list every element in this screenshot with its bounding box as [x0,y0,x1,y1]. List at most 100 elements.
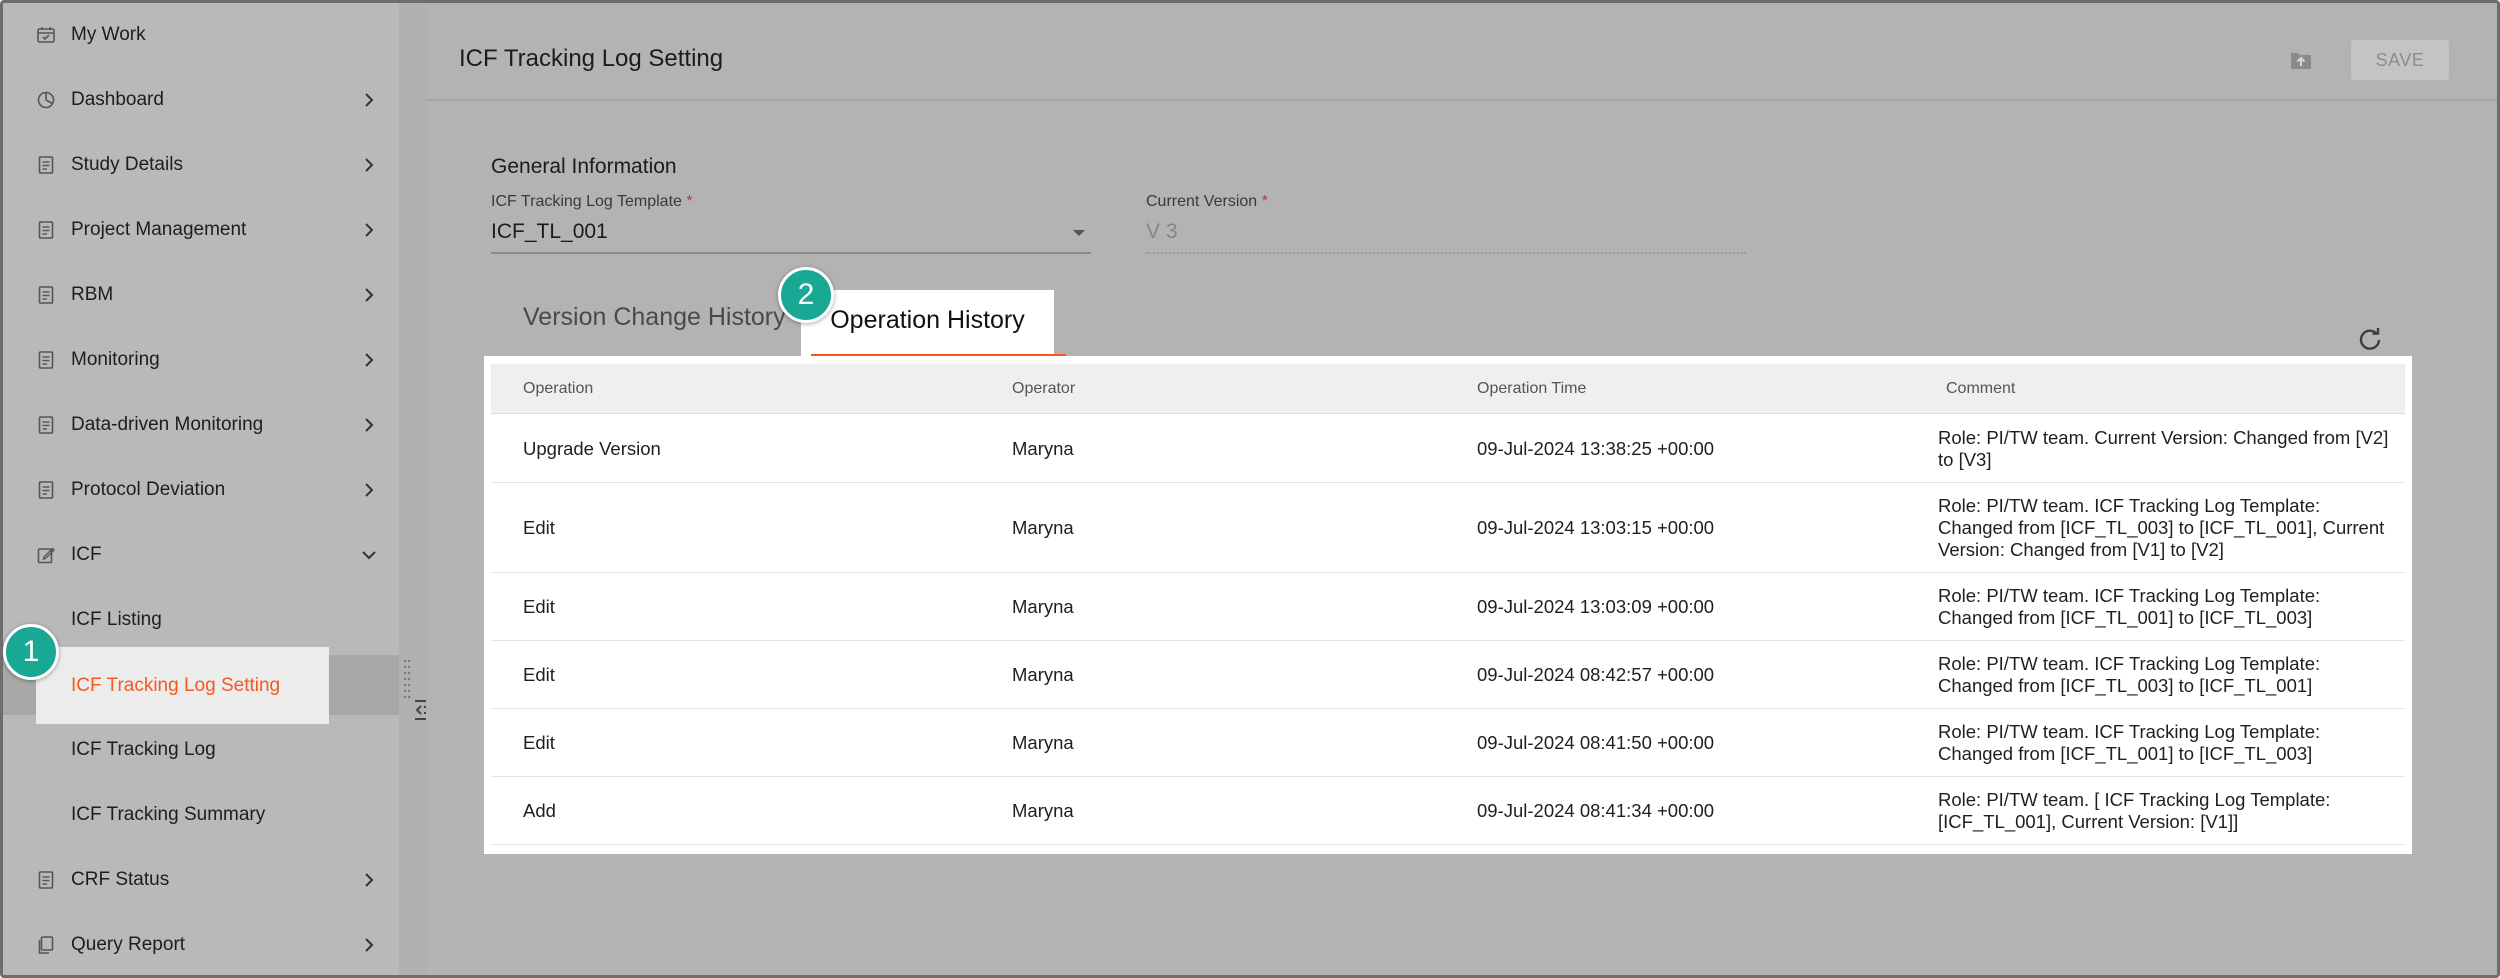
sidebar-resize-handle[interactable] [399,3,426,975]
template-select-value[interactable]: ICF_TL_001 [491,220,608,244]
sidebar-item-label: Protocol Deviation [71,479,226,500]
sidebar-item-icf-tracking-log-setting[interactable]: ICF Tracking Log Setting [36,647,329,724]
sidebar-item-label: RBM [71,284,114,305]
upload-icon[interactable] [2288,47,2314,73]
cell-operator: Maryna [1012,596,1074,617]
cell-operator: Maryna [1012,517,1074,538]
section-title: General Information [491,155,677,178]
cell-operation: Edit [523,596,555,617]
column-header-operation-time: Operation Time [1477,380,1587,397]
cell-operator: Maryna [1012,800,1074,821]
cell-operation: Edit [523,664,555,685]
sidebar-item-monitoring[interactable]: Monitoring [3,330,399,390]
chevron-right-icon [359,350,379,370]
version-field-label: Current Version * [1146,193,1268,210]
cell-operation-time: 09-Jul-2024 08:41:50 +00:00 [1477,732,1715,753]
column-header-comment: Comment [1946,380,2016,397]
sidebar-item-protocol-deviation[interactable]: Protocol Deviation [3,460,399,520]
document-icon [35,414,57,436]
table-row: Add Maryna 09-Jul-2024 08:41:34 +00:00 R… [491,777,2405,845]
sidebar-item-data-driven-monitoring[interactable]: Data-driven Monitoring [3,395,399,455]
cell-comment: Role: PI/TW team. ICF Tracking Log Templ… [1938,653,2321,696]
tab-version-change-history[interactable]: Version Change History [523,303,786,332]
save-button[interactable]: SAVE [2351,40,2449,80]
operation-history-table: Operation Operator Operation Time Commen… [484,356,2412,854]
copy-icon [35,934,57,956]
tab-operation-history[interactable]: Operation History [801,290,1066,358]
sidebar-item-study-details[interactable]: Study Details [3,135,399,195]
chevron-right-icon [359,870,379,890]
edit-icon [35,544,57,566]
cell-operation: Upgrade Version [523,438,661,459]
chevron-right-icon [359,480,379,500]
sidebar-item-label: ICF Tracking Log [71,739,216,760]
chevron-right-icon [359,285,379,305]
sidebar-item-label: Monitoring [71,349,160,370]
sidebar-item-label: Dashboard [71,89,164,110]
version-field-underline [1146,252,1746,254]
sidebar-item-rbm[interactable]: RBM [3,265,399,325]
step-badge-2: 2 [778,267,834,323]
table-row: Edit Maryna 09-Jul-2024 08:42:57 +00:00 … [491,641,2405,709]
table-header: Operation Operator Operation Time Commen… [491,364,2405,414]
sidebar-item-project-management[interactable]: Project Management [3,200,399,260]
sidebar: My Work Dashboard Study Details Project … [3,3,399,975]
cell-comment: Role: PI/TW team. [ ICF Tracking Log Tem… [1938,789,2331,832]
chevron-right-icon [359,935,379,955]
page-title: ICF Tracking Log Setting [459,45,724,72]
cell-operation: Edit [523,517,555,538]
pie-chart-icon [35,89,57,111]
sidebar-item-icf-tracking-log[interactable]: ICF Tracking Log [3,720,399,780]
sidebar-item-my-work[interactable]: My Work [3,5,399,65]
chevron-right-icon [359,415,379,435]
cell-operation: Add [523,800,556,821]
cell-comment: Role: PI/TW team. ICF Tracking Log Templ… [1938,721,2321,764]
tab-label: Operation History [830,306,1025,334]
cell-operation-time: 09-Jul-2024 08:42:57 +00:00 [1477,664,1715,685]
dropdown-arrow-icon[interactable] [1071,225,1087,241]
cell-comment: Role: PI/TW team. ICF Tracking Log Templ… [1938,585,2321,628]
cell-operation-time: 09-Jul-2024 13:03:15 +00:00 [1477,517,1715,538]
column-header-operator: Operator [1012,380,1076,397]
cell-operator: Maryna [1012,664,1074,685]
document-icon [35,219,57,241]
sidebar-item-crf-status[interactable]: CRF Status [3,850,399,910]
cell-operation-time: 09-Jul-2024 13:38:25 +00:00 [1477,438,1715,459]
sidebar-item-label: Query Report [71,934,186,955]
chevron-right-icon [359,155,379,175]
sidebar-item-label: Project Management [71,219,247,240]
drag-handle-icon [403,659,411,699]
table-row: Edit Maryna 09-Jul-2024 08:41:50 +00:00 … [491,709,2405,777]
sidebar-item-icf-tracking-summary[interactable]: ICF Tracking Summary [3,785,399,845]
document-icon [35,284,57,306]
cell-operator: Maryna [1012,438,1074,459]
cell-operation-time: 09-Jul-2024 13:03:09 +00:00 [1477,596,1715,617]
table-row: Edit Maryna 09-Jul-2024 13:03:15 +00:00 … [491,483,2405,573]
document-icon [35,869,57,891]
document-icon [35,349,57,371]
sidebar-item-dashboard[interactable]: Dashboard [3,70,399,130]
page-header: ICF Tracking Log Setting SAVE [426,3,2497,101]
refresh-icon[interactable] [2356,325,2384,353]
chevron-right-icon [359,220,379,240]
cell-operator: Maryna [1012,732,1074,753]
table-row: Upgrade Version Maryna 09-Jul-2024 13:38… [491,415,2405,483]
calendar-icon [35,24,57,46]
sidebar-item-icf[interactable]: ICF [3,525,399,585]
sidebar-item-query-report[interactable]: Query Report [3,915,399,975]
document-icon [35,154,57,176]
step-badge-1: 1 [3,624,59,680]
sidebar-item-label: ICF Listing [71,609,162,630]
sidebar-item-label: ICF Tracking Summary [71,804,266,825]
cell-operation-time: 09-Jul-2024 08:41:34 +00:00 [1477,800,1715,821]
main-content: ICF Tracking Log Setting SAVE General In… [426,3,2497,975]
sidebar-item-label: ICF [71,544,102,565]
required-marker: * [1261,193,1268,210]
cell-comment: Role: PI/TW team. Current Version: Chang… [1938,427,2389,470]
table-row: Edit Maryna 09-Jul-2024 13:03:09 +00:00 … [491,573,2405,641]
version-field-value: V 3 [1146,220,1178,243]
sidebar-item-label: My Work [71,24,146,45]
sidebar-item-icf-listing[interactable]: ICF Listing [3,590,399,650]
template-select-underline [491,252,1091,254]
chevron-right-icon [359,90,379,110]
